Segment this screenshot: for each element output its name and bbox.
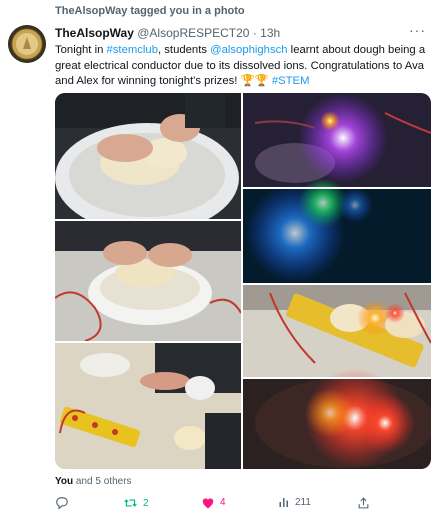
avatar[interactable] bbox=[8, 25, 46, 63]
views-button[interactable]: 211 bbox=[278, 496, 311, 509]
separator: · bbox=[252, 26, 257, 40]
reply-icon bbox=[56, 497, 68, 510]
tweet-text-part: Tonight in bbox=[55, 44, 107, 56]
photo-led-red[interactable] bbox=[243, 368, 431, 469]
tweet-text: Tonight in #stemclub, students @alsophig… bbox=[55, 43, 427, 90]
more-icon[interactable]: ··· bbox=[409, 22, 426, 38]
author-name[interactable]: TheAlsopWay bbox=[55, 26, 134, 40]
heart-icon bbox=[202, 498, 214, 509]
reply-button[interactable] bbox=[55, 496, 69, 510]
action-bar: 2 4 211 bbox=[55, 496, 431, 512]
photo-dough-bowl-2[interactable] bbox=[55, 221, 242, 342]
mention-alsophighsch[interactable]: @alsophighsch bbox=[210, 44, 287, 56]
trophy-emoji: 🏆🏆 bbox=[240, 75, 269, 87]
author-handle[interactable]: @AlsopRESPECT20 bbox=[137, 26, 249, 40]
tweet-time[interactable]: 13h bbox=[260, 26, 280, 40]
photo-led-blue-green[interactable] bbox=[243, 178, 431, 283]
share-button[interactable] bbox=[357, 496, 370, 510]
like-button[interactable]: 4 bbox=[201, 496, 226, 509]
hashtag-stemclub[interactable]: #stemclub bbox=[107, 44, 159, 56]
hashtag-stem[interactable]: #STEM bbox=[272, 75, 310, 87]
retweet-icon bbox=[124, 499, 137, 507]
tweet-text-part: , students bbox=[158, 44, 211, 56]
views-count: 211 bbox=[295, 497, 311, 508]
liked-by[interactable]: You and 5 others bbox=[55, 476, 132, 487]
photo-led-purple[interactable] bbox=[243, 93, 431, 187]
retweet-count: 2 bbox=[143, 497, 149, 509]
share-icon bbox=[358, 497, 369, 509]
photo-grid[interactable] bbox=[55, 93, 431, 469]
photo-led-board[interactable] bbox=[243, 285, 431, 377]
photo-table-experiment[interactable] bbox=[55, 343, 241, 469]
retweet-button[interactable]: 2 bbox=[123, 496, 149, 510]
liked-by-first: You bbox=[55, 476, 74, 487]
photo-dough-bowl-1[interactable] bbox=[55, 93, 241, 233]
liked-by-rest: and 5 others bbox=[73, 476, 132, 487]
like-count: 4 bbox=[220, 497, 226, 508]
tweet-header: TheAlsopWay @AlsopRESPECT20 · 13h bbox=[55, 26, 280, 40]
tagged-header: TheAlsopWay tagged you in a photo bbox=[55, 5, 245, 17]
views-icon bbox=[279, 498, 288, 507]
avatar-logo-icon bbox=[8, 25, 46, 63]
